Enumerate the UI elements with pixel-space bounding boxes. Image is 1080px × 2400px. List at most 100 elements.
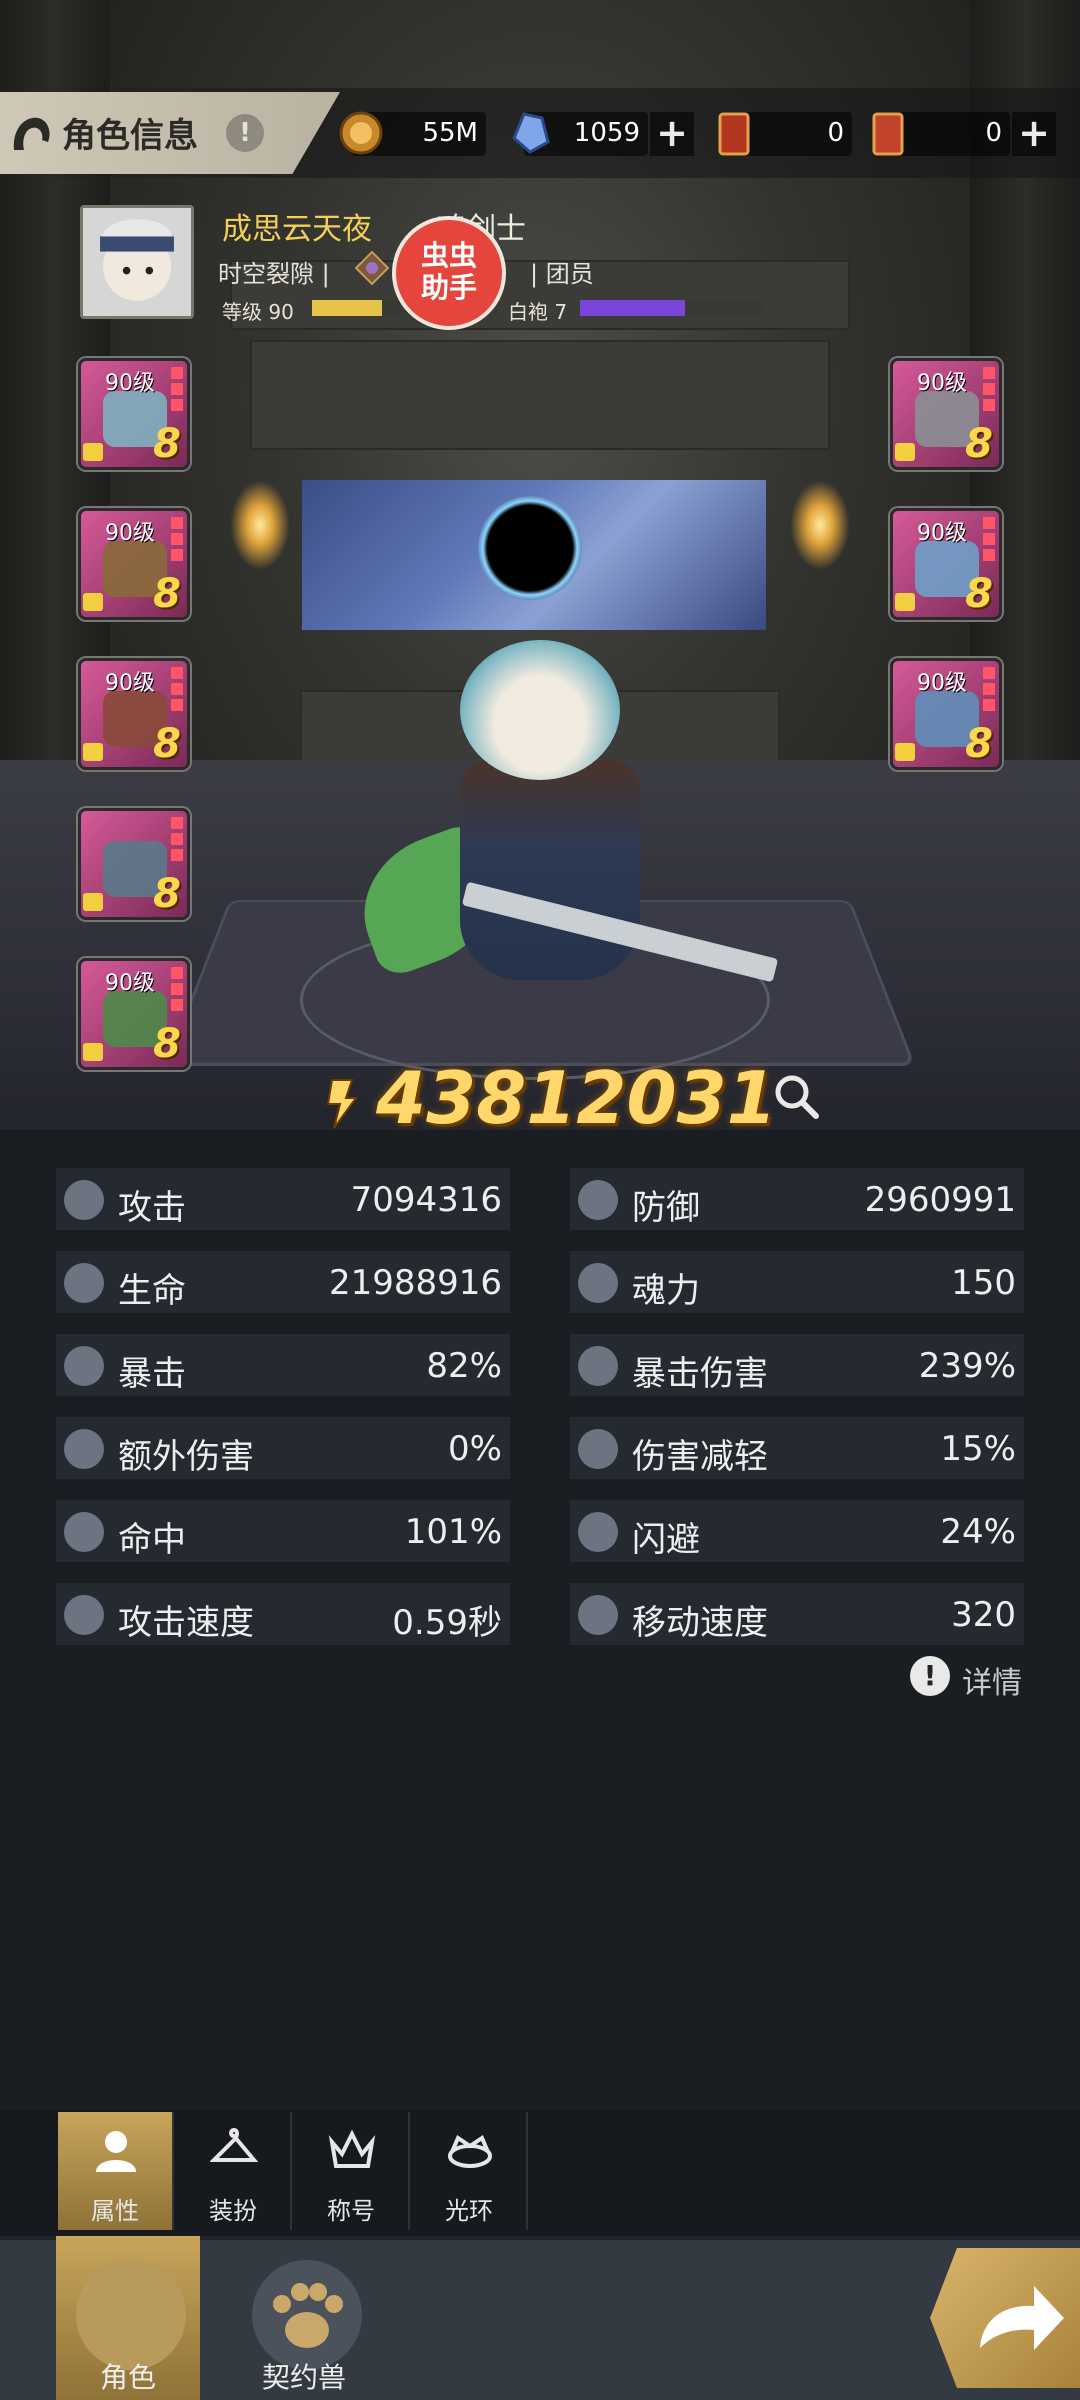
- equip-level: 90级: [917, 521, 967, 546]
- avatar[interactable]: [80, 205, 194, 319]
- equip-enhance: 8: [153, 421, 181, 467]
- hood-icon: [13, 117, 50, 150]
- star-rating: [983, 667, 995, 715]
- tab-outfit[interactable]: 装扮: [176, 2112, 292, 2230]
- equip-slot-amulet[interactable]: 90级 8: [890, 508, 1002, 620]
- add-crystal-button[interactable]: +: [650, 112, 694, 156]
- currency-summon: 0: [872, 112, 1010, 156]
- helper-badge[interactable]: 虫虫 助手: [392, 216, 506, 330]
- equip-slot-boots[interactable]: 90级 8: [78, 658, 190, 770]
- burst-icon: [578, 1346, 618, 1386]
- lock-icon: [83, 1043, 103, 1061]
- moon-icon: [64, 1429, 104, 1469]
- stat-value: 7094316: [350, 1180, 502, 1220]
- equip-enhance: 8: [965, 721, 993, 767]
- tab-title[interactable]: 称号: [294, 2112, 410, 2230]
- avatar-portrait-icon: [83, 208, 191, 316]
- stat-row: 命中 101%: [56, 1500, 510, 1562]
- stat-label: 额外伤害: [118, 1437, 254, 1477]
- tab-label: 称号: [327, 2197, 375, 2225]
- star-rating: [983, 367, 995, 415]
- equip-slot-necklace[interactable]: 90级 8: [890, 658, 1002, 770]
- crystal-icon: [512, 112, 550, 154]
- info-icon[interactable]: !: [910, 1656, 950, 1696]
- stat-label: 暴击伤害: [632, 1354, 768, 1394]
- stat-row: 生命 21988916: [56, 1251, 510, 1313]
- nav-contract-beast[interactable]: 契约兽: [232, 2236, 376, 2400]
- stat-value: 2960991: [864, 1180, 1016, 1220]
- target-icon: [64, 1512, 104, 1552]
- stat-row: 伤害减轻 15%: [570, 1417, 1024, 1479]
- lock-icon: [895, 443, 915, 461]
- equip-enhance: 8: [153, 571, 181, 617]
- lock-icon: [895, 593, 915, 611]
- equip-slot-beast[interactable]: 90级 8: [78, 958, 190, 1070]
- search-icon[interactable]: [770, 1070, 822, 1122]
- equip-slot-gauntlet[interactable]: 8: [78, 808, 190, 920]
- dodge-icon: [578, 1512, 618, 1552]
- robe-label: 白袍 7: [508, 300, 568, 324]
- lock-icon: [895, 743, 915, 761]
- tab-label: 属性: [91, 2197, 139, 2225]
- currency-value: 0: [827, 118, 844, 148]
- heart-icon: [64, 1263, 104, 1303]
- stat-row: 暴击 82%: [56, 1334, 510, 1396]
- equip-enhance: 8: [153, 721, 181, 767]
- ticket-card-icon: [718, 112, 750, 156]
- stat-value: 320: [951, 1595, 1016, 1635]
- skill-banner: [302, 480, 766, 630]
- halo-icon: [448, 2135, 492, 2168]
- detail-link[interactable]: 详情: [962, 1658, 1022, 1702]
- info-icon[interactable]: !: [226, 114, 264, 152]
- level-label: 等级 90: [222, 300, 294, 324]
- stat-value: 0%: [448, 1429, 502, 1469]
- combat-power: 43812031: [376, 1056, 777, 1140]
- equip-slot-weapon[interactable]: 90级 8: [890, 358, 1002, 470]
- currency-value: 0: [985, 118, 1002, 148]
- hero-head: [460, 640, 620, 780]
- tab-attributes[interactable]: 属性: [58, 2112, 174, 2230]
- wall-lamp: [790, 480, 850, 570]
- stat-value: 101%: [404, 1512, 502, 1552]
- stat-label: 攻击: [118, 1188, 186, 1228]
- crown-icon: [328, 2129, 376, 2168]
- currency-ticket: 0: [718, 112, 852, 156]
- equip-enhance: 8: [965, 421, 993, 467]
- stat-value: 82%: [426, 1346, 502, 1386]
- stat-row: 额外伤害 0%: [56, 1417, 510, 1479]
- equip-level: 90级: [917, 671, 967, 696]
- dark-orb-icon: [478, 496, 582, 600]
- nav-character[interactable]: 角色: [56, 2236, 200, 2400]
- equip-level: 90级: [105, 521, 155, 546]
- stat-label: 攻击速度: [118, 1603, 254, 1643]
- star-rating: [171, 367, 183, 415]
- gold-coin-icon: [339, 111, 383, 155]
- stat-value: 24%: [940, 1512, 1016, 1552]
- currency-value: 1059: [573, 118, 640, 148]
- stat-row: 魂力 150: [570, 1251, 1024, 1313]
- speed-icon: [64, 1595, 104, 1635]
- equip-slot-armor[interactable]: 90级 8: [78, 508, 190, 620]
- tab-halo[interactable]: 光环: [412, 2112, 528, 2230]
- equip-enhance: 8: [153, 1021, 181, 1067]
- equip-slot-helmet[interactable]: 90级 8: [78, 358, 190, 470]
- nav-label: 角色: [99, 2361, 156, 2394]
- lock-icon: [83, 743, 103, 761]
- wall-lamp: [230, 480, 290, 570]
- stat-value: 0.59秒: [392, 1603, 502, 1643]
- crit-icon: [64, 1346, 104, 1386]
- power-fist-icon: [326, 1079, 358, 1129]
- share-button[interactable]: [930, 2248, 1080, 2388]
- currency-value: 55M: [422, 118, 478, 148]
- add-summon-button[interactable]: +: [1012, 112, 1056, 156]
- hero-body: [460, 760, 640, 980]
- stat-value: 15%: [940, 1429, 1016, 1469]
- server-name: 时空裂隙 |: [218, 260, 330, 288]
- player-name: 成思云天夜: [222, 212, 372, 247]
- hood-icon: [76, 2260, 186, 2370]
- stat-row: 攻击 7094316: [56, 1168, 510, 1230]
- lock-icon: [83, 443, 103, 461]
- guild-emblem-icon: [354, 250, 390, 286]
- star-rating: [983, 517, 995, 565]
- stat-value: 239%: [918, 1346, 1016, 1386]
